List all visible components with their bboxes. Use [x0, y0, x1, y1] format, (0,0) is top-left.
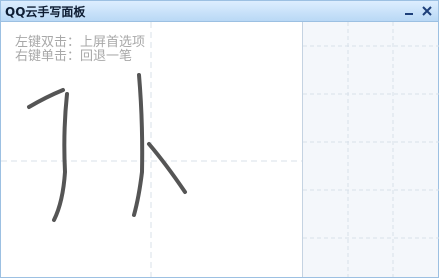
close-button[interactable] — [420, 4, 434, 18]
stroke-1 — [27, 88, 65, 109]
close-icon — [422, 6, 432, 16]
minimize-icon — [405, 13, 413, 15]
ink-strokes — [27, 73, 187, 222]
stroke-2 — [52, 92, 69, 222]
window-title: QQ云手写面板 — [5, 5, 86, 19]
stroke-3 — [132, 73, 145, 217]
panel-grid — [303, 22, 439, 277]
minimize-button[interactable] — [402, 4, 416, 18]
handwriting-canvas[interactable]: 左键双击：上屏首选项 右键单击：回退一笔 — [1, 22, 302, 277]
title-bar[interactable]: QQ云手写面板 — [1, 1, 438, 22]
stroke-4 — [147, 142, 187, 194]
handwriting-window: QQ云手写面板 左键双击：上屏首选项 右键单击：回退一笔 — [0, 0, 439, 278]
candidate-panel[interactable] — [302, 22, 439, 277]
